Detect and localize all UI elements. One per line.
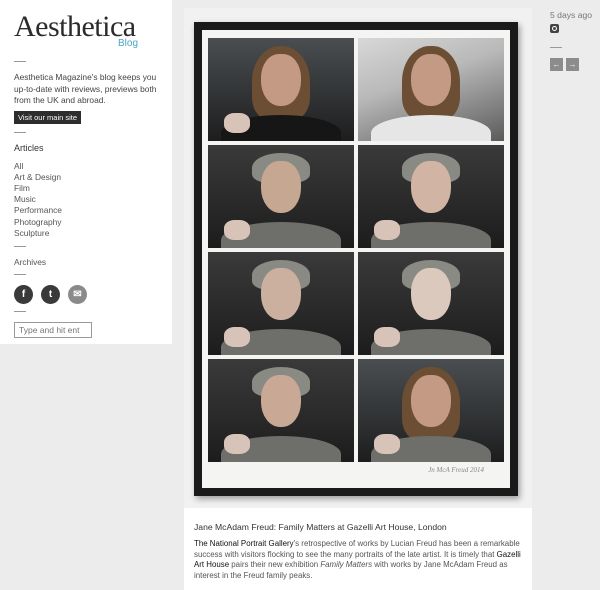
archives-link[interactable]: Archives [14,257,158,267]
post-excerpt: The National Portrait Gallery’s retrospe… [194,539,522,581]
photo-grid [208,38,504,462]
email-icon[interactable]: ✉ [68,284,87,304]
post-navigation: ← → [550,58,600,71]
divider [550,47,562,48]
sidebar: Aesthetica Blog Aesthetica Magazine's bl… [0,0,172,344]
post-timestamp: 5 days ago [550,10,593,20]
category-art-design[interactable]: Art & Design [14,172,158,183]
category-sculpture[interactable]: Sculpture [14,228,158,239]
divider [14,310,26,312]
portrait-photo [208,145,354,248]
portrait-hand [224,434,250,454]
divider [14,61,26,62]
category-film[interactable]: Film [14,183,158,194]
portrait-shoulders [371,115,491,141]
portrait-photo [358,145,504,248]
facebook-icon[interactable]: f [14,284,33,304]
site-logo[interactable]: Aesthetica Blog [14,10,158,54]
post-meta: 5 days ago ← → [550,10,600,71]
category-performance[interactable]: Performance [14,205,158,216]
portrait-hand [224,327,250,347]
portrait-face [411,161,451,214]
blog-intro: Aesthetica Magazine's blog keeps you up-… [14,72,157,105]
previous-post-button[interactable]: ← [550,58,563,71]
portrait-hand [374,220,400,240]
divider [14,245,26,247]
picture-frame: Jn McA Freud 2014 [194,22,518,496]
portrait-face [261,375,301,428]
portrait-photo [208,38,354,141]
portrait-face [411,54,451,107]
portrait-face [261,161,301,214]
portrait-photo [208,252,354,355]
divider [14,273,26,275]
portrait-hand [224,113,250,133]
articles-heading: Articles [14,142,44,153]
category-photography[interactable]: Photography [14,217,158,228]
category-list: All Art & Design Film Music Performance … [14,161,158,239]
portrait-hand [224,220,250,240]
portrait-hand [374,327,400,347]
exhibition-title: Family Matters [320,560,373,570]
logo-blog-label[interactable]: Blog [118,38,138,49]
artist-signature: Jn McA Freud 2014 [428,466,484,474]
twitter-icon[interactable]: t [41,284,60,304]
search-input[interactable] [14,321,92,338]
category-music[interactable]: Music [14,194,158,205]
portrait-face [411,375,451,428]
post-caption: Jane McAdam Freud: Family Matters at Gaz… [184,508,532,590]
divider [14,131,26,133]
portrait-hand [374,434,400,454]
national-portrait-gallery-link[interactable]: The National Portrait Gallery [194,539,294,548]
post-title[interactable]: Jane McAdam Freud: Family Matters at Gaz… [194,522,522,532]
portrait-photo [358,38,504,141]
social-links: f t ✉ [14,284,158,304]
portrait-photo [358,359,504,462]
featured-artwork[interactable]: Jn McA Freud 2014 [184,8,532,508]
excerpt-text: pairs their new exhibition [229,560,321,570]
next-post-button[interactable]: → [566,58,579,71]
portrait-face [261,268,301,321]
picture-mat: Jn McA Freud 2014 [202,30,510,488]
visit-main-site-button[interactable]: Visit our main site [14,110,82,124]
category-all[interactable]: All [14,161,158,172]
portrait-photo [358,252,504,355]
portrait-face [261,54,301,107]
share-icon[interactable] [550,24,559,33]
portrait-face [411,268,451,321]
portrait-photo [208,359,354,462]
